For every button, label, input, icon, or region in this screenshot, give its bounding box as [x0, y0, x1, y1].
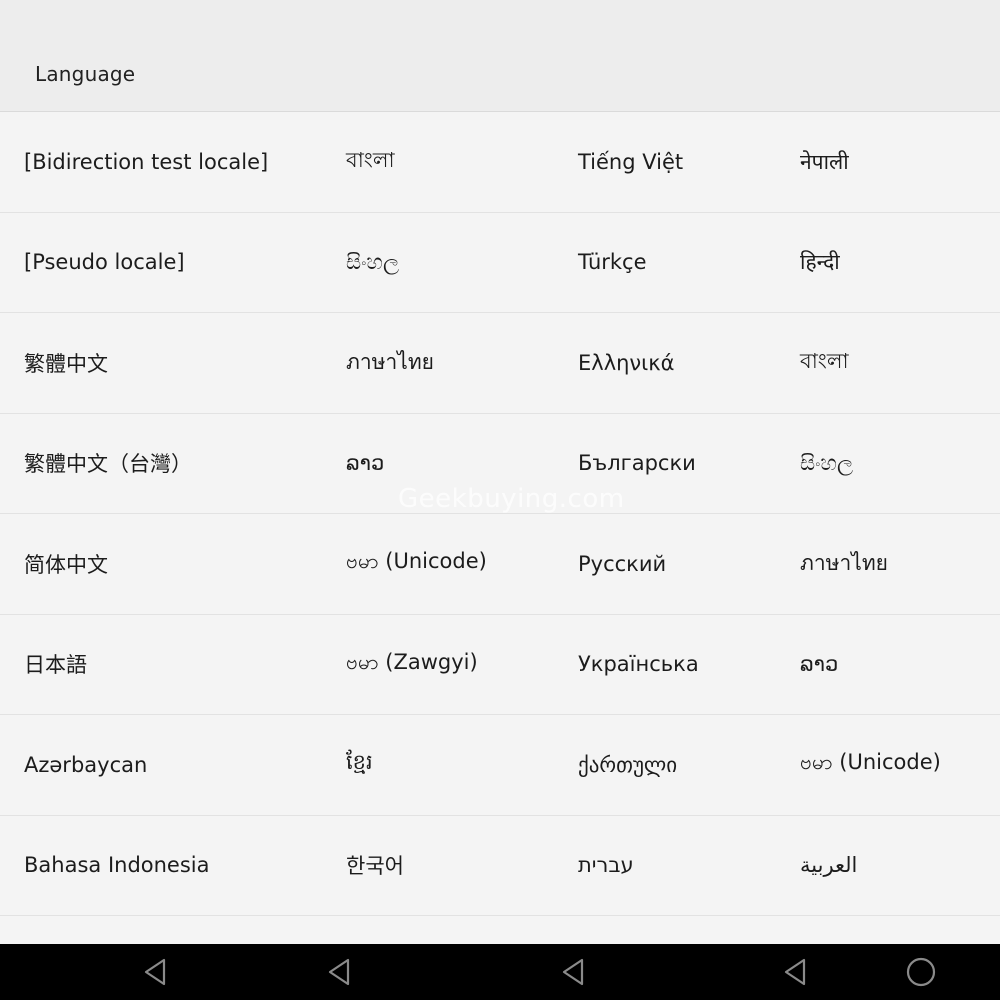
- language-item[interactable]: ဗမာ (Zawgyi): [322, 615, 554, 715]
- language-label: Bahasa Indonesia: [24, 853, 210, 878]
- back-icon: [562, 958, 584, 986]
- language-item[interactable]: ภาษาไทย: [322, 313, 554, 414]
- language-item[interactable]: Русский: [554, 514, 776, 615]
- language-item[interactable]: Tiếng Việt: [554, 112, 776, 213]
- back-button[interactable]: [138, 954, 174, 990]
- language-item[interactable]: සිංහල: [776, 414, 1000, 514]
- language-label: [Bidirection test locale]: [24, 149, 269, 174]
- language-item[interactable]: Ελληνικά: [554, 313, 776, 414]
- language-label: Українська: [578, 652, 699, 677]
- language-item[interactable]: ລາວ: [776, 615, 1000, 715]
- language-item[interactable]: ქართული: [554, 715, 776, 816]
- back-button[interactable]: [322, 954, 358, 990]
- language-label: [Pseudo locale]: [24, 250, 185, 275]
- language-label: हिन्दी: [800, 250, 840, 275]
- language-item[interactable]: Azərbaycan: [0, 715, 322, 816]
- language-item[interactable]: 한국어: [322, 816, 554, 916]
- language-label: Azərbaycan: [24, 752, 148, 777]
- language-item[interactable]: [Pseudo locale]: [0, 213, 322, 313]
- language-label: ภาษาไทย: [346, 350, 434, 375]
- language-item[interactable]: 繁體中文（台灣）: [0, 414, 322, 514]
- language-label: Русский: [578, 551, 667, 576]
- language-item[interactable]: العربية: [776, 816, 1000, 916]
- language-label: ဗမာ (Unicode): [800, 750, 941, 775]
- language-label: ქართული: [578, 752, 678, 777]
- language-list-panel-4: नेपाली हिन्दी বাংলা සිංහල ภาษาไทย ລາວ ဗမ…: [776, 112, 1000, 944]
- language-list-panel-1: [Bidirection test locale] [Pseudo locale…: [0, 112, 322, 944]
- home-icon: [906, 957, 936, 987]
- language-label: नेपाली: [800, 149, 849, 174]
- back-icon: [328, 958, 350, 986]
- language-label: 繁體中文（台灣）: [24, 452, 192, 477]
- home-button[interactable]: [903, 954, 939, 990]
- back-icon: [784, 958, 806, 986]
- language-label: ภาษาไทย: [800, 551, 888, 576]
- language-list-panel-2: বাংলা සිංහල ภาษาไทย ລາວ ဗမာ (Unicode) ဗမ…: [322, 112, 554, 944]
- language-item[interactable]: Українська: [554, 615, 776, 715]
- language-label: Türkçe: [578, 250, 647, 275]
- language-label: 日本語: [24, 653, 87, 678]
- language-label: 繁體中文: [24, 351, 108, 376]
- language-item[interactable]: 简体中文: [0, 514, 322, 615]
- language-label: ລາວ: [800, 652, 839, 677]
- language-item[interactable]: Bahasa Indonesia: [0, 816, 322, 916]
- language-item[interactable]: বাংলা: [776, 313, 1000, 414]
- language-item[interactable]: ภาษาไทย: [776, 514, 1000, 615]
- language-item[interactable]: 日本語: [0, 615, 322, 715]
- language-item[interactable]: Türkçe: [554, 213, 776, 313]
- language-item[interactable]: ဗမာ (Unicode): [776, 715, 1000, 816]
- language-label: עברית: [578, 853, 634, 878]
- back-icon: [144, 958, 166, 986]
- language-label: ខ្មែរ: [346, 750, 373, 775]
- app-header: Language: [0, 0, 1000, 112]
- back-button[interactable]: [556, 954, 592, 990]
- language-label: ລາວ: [346, 451, 385, 476]
- language-label: ဗမာ (Zawgyi): [346, 649, 478, 674]
- watermark: Geekbuying.com: [398, 484, 625, 514]
- language-item[interactable]: ខ្មែរ: [322, 715, 554, 816]
- language-label: සිංහල: [346, 249, 399, 274]
- language-label: Ελληνικά: [578, 350, 675, 375]
- language-item[interactable]: עברית: [554, 816, 776, 916]
- language-item[interactable]: ဗမာ (Unicode): [322, 514, 554, 615]
- page-title: Language: [35, 62, 136, 86]
- language-label: ဗမာ (Unicode): [346, 549, 487, 574]
- language-label: Български: [578, 451, 696, 476]
- language-label: العربية: [800, 853, 858, 878]
- language-list-panel-3: Tiếng Việt Türkçe Ελληνικά Български Рус…: [554, 112, 776, 944]
- language-label: Tiếng Việt: [578, 149, 684, 174]
- navigation-bar: [0, 944, 1000, 1000]
- language-item[interactable]: नेपाली: [776, 112, 1000, 213]
- language-label: বাংলা: [346, 148, 395, 173]
- language-item[interactable]: සිංහල: [322, 213, 554, 313]
- language-label: සිංහල: [800, 450, 853, 475]
- language-label: বাংলা: [800, 349, 849, 374]
- language-label: 한국어: [346, 854, 404, 879]
- back-button[interactable]: [778, 954, 814, 990]
- language-item[interactable]: [Bidirection test locale]: [0, 112, 322, 213]
- language-item[interactable]: বাংলা: [322, 112, 554, 213]
- language-item[interactable]: हिन्दी: [776, 213, 1000, 313]
- language-label: 简体中文: [24, 552, 108, 577]
- language-item[interactable]: 繁體中文: [0, 313, 322, 414]
